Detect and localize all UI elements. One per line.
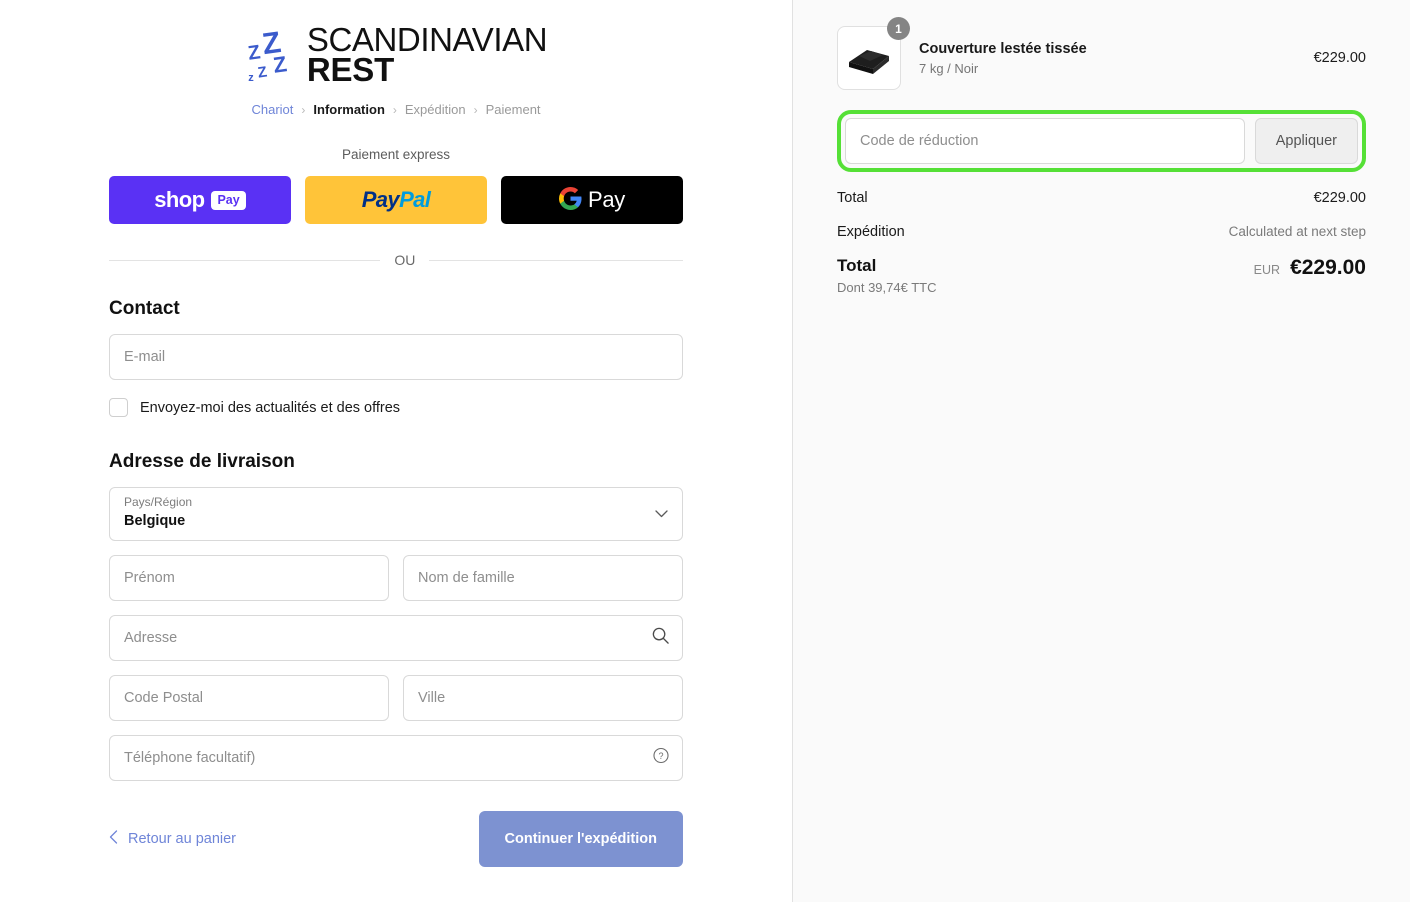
product-variant: 7 kg / Noir: [919, 60, 979, 76]
postal-code-input[interactable]: [109, 675, 389, 721]
google-pay-wordmark: Pay: [587, 187, 625, 212]
subtotal-value: €229.00: [1313, 190, 1366, 206]
apply-discount-button[interactable]: Appliquer: [1254, 118, 1358, 164]
discount-code-highlight: Appliquer: [837, 110, 1366, 172]
svg-text:Z: Z: [271, 51, 288, 78]
newsletter-checkbox[interactable]: [109, 398, 128, 417]
phone-input[interactable]: [109, 735, 683, 781]
breadcrumb-item-information[interactable]: Information: [313, 102, 385, 117]
first-name-input[interactable]: [109, 555, 389, 601]
breadcrumb-separator: ›: [301, 102, 306, 117]
shipping-section-title: Adresse de livraison: [109, 451, 295, 472]
breadcrumb-separator: ›: [392, 102, 397, 117]
grand-total-currency: EUR: [1253, 263, 1281, 277]
country-select[interactable]: Pays/Région Belgique: [109, 487, 683, 541]
subtotal-label: Total: [837, 190, 868, 206]
contact-section-title: Contact: [109, 298, 180, 319]
newsletter-label: Envoyez-moi des actualités et des offres: [140, 399, 401, 416]
product-name: Couverture lestée tissée: [919, 40, 1087, 57]
city-wrap: [403, 675, 683, 721]
paypal-wordmark-pal: Pal: [399, 187, 431, 212]
svg-text:Z: Z: [246, 41, 261, 64]
paypal-wordmark-pay: Pay: [361, 187, 400, 212]
divider-line-left: [109, 259, 381, 261]
breadcrumb-item-payment[interactable]: Paiement: [486, 102, 541, 117]
order-summary-column: 1 Couverture lestée tissée 7 kg / Noir €…: [792, 0, 1410, 902]
grand-total-left: Total Dont 39,74€ TTC: [837, 256, 936, 295]
newsletter-row[interactable]: Envoyez-moi des actualités et des offres: [109, 398, 683, 417]
chevron-down-icon: [655, 505, 668, 523]
email-field-wrap: [109, 334, 683, 380]
grand-total-label: Total: [837, 256, 877, 275]
shop-pay-wordmark: shop: [154, 187, 205, 212]
grand-total-amount: €229.00: [1290, 256, 1366, 279]
name-row: [109, 555, 683, 601]
country-select-wrap: Pays/Région Belgique: [109, 487, 683, 541]
brand-logo[interactable]: Z Z Z Z z SCANDINAVIAN REST: [109, 22, 683, 88]
grand-total-tax-note: Dont 39,74€ TTC: [837, 280, 937, 295]
order-line-item: 1 Couverture lestée tissée 7 kg / Noir €…: [837, 17, 1366, 90]
product-info: Couverture lestée tissée 7 kg / Noir: [919, 41, 1296, 76]
express-payment-title: Paiement express: [341, 147, 451, 162]
divider-line-right: [429, 259, 683, 261]
breadcrumb-item-cart[interactable]: Chariot: [251, 102, 293, 117]
postal-city-row: [109, 675, 683, 721]
checkout-page: Z Z Z Z z SCANDINAVIAN REST Chariot › In…: [0, 0, 1410, 902]
google-g-icon: [558, 187, 582, 213]
svg-text:z: z: [248, 72, 254, 83]
svg-text:Z: Z: [256, 63, 267, 81]
product-thumbnail-wrap: 1: [837, 17, 910, 90]
phone-field-wrap: ?: [109, 735, 683, 781]
or-divider: OU: [109, 252, 683, 268]
breadcrumb: Chariot › Information › Expédition › Pai…: [109, 102, 683, 117]
shipping-value: Calculated at next step: [1228, 224, 1366, 239]
form-actions: Retour au panier Continuer l'expédition: [109, 811, 683, 867]
first-name-wrap: [109, 555, 389, 601]
shop-pay-button[interactable]: shop Pay: [109, 176, 291, 224]
shipping-label: Expédition: [837, 224, 905, 240]
chevron-left-icon: [109, 830, 118, 848]
grand-total-right: EUR €229.00: [1254, 256, 1366, 280]
country-select-value: Belgique: [124, 513, 186, 529]
express-payment-buttons: shop Pay Pay Pal Pay: [109, 176, 683, 224]
brand-line-2: REST: [306, 51, 395, 88]
back-to-cart-label: Retour au panier: [128, 831, 237, 847]
discount-code-input[interactable]: [845, 118, 1245, 164]
grand-total-row: Total Dont 39,74€ TTC EUR €229.00: [837, 256, 1366, 295]
product-price: €229.00: [1313, 50, 1366, 66]
checkout-form-column: Z Z Z Z z SCANDINAVIAN REST Chariot › In…: [0, 0, 792, 902]
address-field-wrap: [109, 615, 683, 661]
country-select-label: Pays/Région: [124, 495, 193, 509]
continue-to-shipping-button[interactable]: Continuer l'expédition: [478, 811, 683, 867]
postal-code-wrap: [109, 675, 389, 721]
email-input[interactable]: [109, 334, 683, 380]
back-to-cart-link[interactable]: Retour au panier: [109, 830, 236, 848]
last-name-wrap: [403, 555, 683, 601]
breadcrumb-separator: ›: [473, 102, 478, 117]
shipping-row: Expédition Calculated at next step: [837, 224, 1366, 240]
breadcrumb-item-shipping[interactable]: Expédition: [405, 102, 466, 117]
google-pay-button[interactable]: Pay: [501, 176, 683, 224]
city-input[interactable]: [403, 675, 683, 721]
address-input[interactable]: [109, 615, 683, 661]
shop-pay-badge: Pay: [211, 190, 246, 210]
subtotal-row: Total €229.00: [837, 190, 1366, 206]
divider-label: OU: [394, 252, 416, 268]
paypal-button[interactable]: Pay Pal: [305, 176, 487, 224]
sleep-z-icon: Z Z Z Z z: [245, 26, 305, 84]
last-name-input[interactable]: [403, 555, 683, 601]
quantity-badge: 1: [887, 17, 910, 40]
